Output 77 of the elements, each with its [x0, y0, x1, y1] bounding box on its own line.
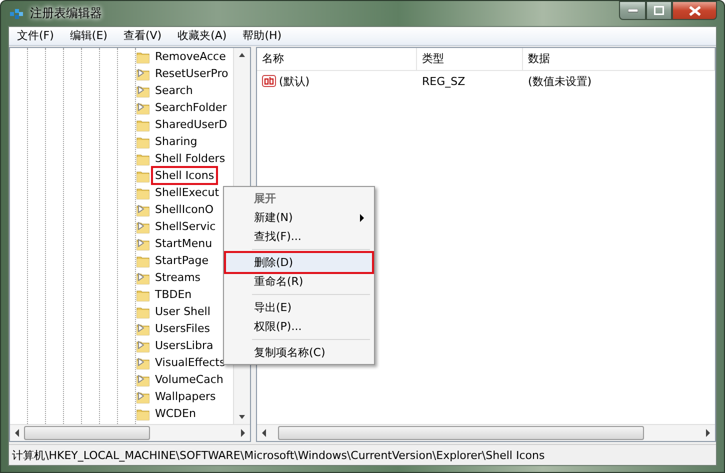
expand-arrow-icon[interactable]	[138, 358, 144, 366]
tree-item[interactable]: ShellIconO	[153, 202, 216, 217]
tree-item[interactable]: UsersFiles	[153, 321, 212, 336]
context-menu-item[interactable]: 新建(N)	[226, 208, 372, 227]
menu-item[interactable]: 文件(F)	[9, 27, 62, 45]
table-cell: (默认)	[257, 74, 417, 88]
tree-item[interactable]: VisualEffects	[153, 355, 228, 370]
scroll-right-icon[interactable]	[705, 429, 711, 437]
expand-arrow-icon[interactable]	[138, 273, 144, 281]
folder-icon	[136, 152, 150, 166]
tree-item[interactable]: Shell Folders	[153, 151, 228, 166]
context-menu-item[interactable]: 导出(E)	[226, 298, 372, 317]
close-button[interactable]	[672, 1, 717, 20]
table-cell-text: (数值未设置)	[527, 74, 593, 88]
expand-arrow-icon[interactable]	[138, 392, 144, 400]
context-menu-item[interactable]: 复制项名称(C)	[226, 343, 372, 362]
tree-item[interactable]: StartPage	[153, 253, 211, 268]
tree-item[interactable]: Streams	[153, 270, 203, 285]
horizontal-scrollbar[interactable]	[257, 424, 715, 441]
window-title: 注册表编辑器	[30, 5, 102, 22]
tree-item[interactable]: VolumeCach	[153, 372, 226, 387]
column-header[interactable]: 名称	[257, 48, 417, 70]
scroll-left-icon[interactable]	[261, 429, 267, 437]
tree-item[interactable]: ShellServic	[153, 219, 218, 234]
context-menu-item[interactable]: 重命名(R)	[226, 272, 372, 291]
column-header[interactable]: 类型	[417, 48, 523, 70]
maximize-icon	[654, 6, 664, 15]
tree-item[interactable]: Sharing	[153, 134, 200, 149]
scroll-right-icon[interactable]	[240, 429, 246, 437]
folder-icon	[136, 186, 150, 200]
tree-item[interactable]: TBDEn	[153, 287, 194, 302]
string-value-icon	[262, 74, 276, 88]
minimize-button[interactable]	[619, 1, 646, 20]
minimize-icon	[628, 8, 638, 12]
context-menu-item[interactable]: 查找(F)...	[226, 227, 372, 246]
folder-icon	[136, 134, 150, 148]
tree-item[interactable]: SharedUserD	[153, 117, 230, 132]
folder-icon	[136, 406, 150, 420]
folder-icon	[136, 288, 150, 302]
status-bar: 计算机\HKEY_LOCAL_MACHINE\SOFTWARE\Microsoft\Windows\CurrentVersion\Explorer\Shell Icons	[9, 444, 716, 465]
scroll-left-icon[interactable]	[14, 429, 20, 437]
menu-item[interactable]: 查看(V)	[115, 27, 170, 45]
expand-arrow-icon[interactable]	[138, 86, 144, 94]
table-cell-text: REG_SZ	[421, 74, 466, 88]
maximize-button[interactable]	[646, 1, 672, 20]
folder-icon	[136, 168, 150, 182]
expand-arrow-icon[interactable]	[138, 103, 144, 111]
expand-arrow-icon[interactable]	[138, 69, 144, 77]
menu-item[interactable]: 收藏夹(A)	[170, 27, 235, 45]
close-icon	[688, 6, 700, 16]
tree-item[interactable]: SearchFolder	[153, 100, 229, 115]
expand-arrow-icon[interactable]	[138, 341, 144, 349]
tree-item[interactable]: ShellExecut	[153, 185, 222, 200]
folder-icon	[136, 118, 150, 132]
context-menu-item[interactable]: 删除(D)	[226, 253, 372, 272]
expand-arrow-icon[interactable]	[138, 375, 144, 383]
menu-item[interactable]: 编辑(E)	[62, 27, 116, 45]
tree-item[interactable]: ResetUserPro	[153, 66, 230, 81]
folder-icon	[136, 50, 150, 64]
folder-icon	[136, 304, 150, 318]
tree-item[interactable]: Search	[153, 83, 195, 98]
tree-item[interactable]: RemoveAcce	[153, 49, 228, 64]
folder-icon	[136, 254, 150, 268]
expand-arrow-icon[interactable]	[138, 239, 144, 247]
tree-item[interactable]: WCDEn	[153, 406, 198, 421]
column-header[interactable]: 数据	[523, 48, 715, 70]
tree-item[interactable]: UsersLibra	[153, 338, 216, 353]
tree-item[interactable]: User Shell	[153, 304, 212, 319]
expand-arrow-icon[interactable]	[138, 205, 144, 213]
horizontal-scrollbar[interactable]	[10, 424, 250, 441]
expand-arrow-icon[interactable]	[138, 222, 144, 230]
expand-arrow-icon[interactable]	[138, 324, 144, 332]
tree-item[interactable]: Shell Icons	[153, 168, 216, 183]
menu-item[interactable]: 帮助(H)	[234, 27, 290, 45]
tree-item[interactable]: StartMenu	[153, 236, 214, 251]
tree-item[interactable]: Wallpapers	[153, 389, 218, 404]
context-menu-item[interactable]: 权限(P)...	[226, 317, 372, 336]
